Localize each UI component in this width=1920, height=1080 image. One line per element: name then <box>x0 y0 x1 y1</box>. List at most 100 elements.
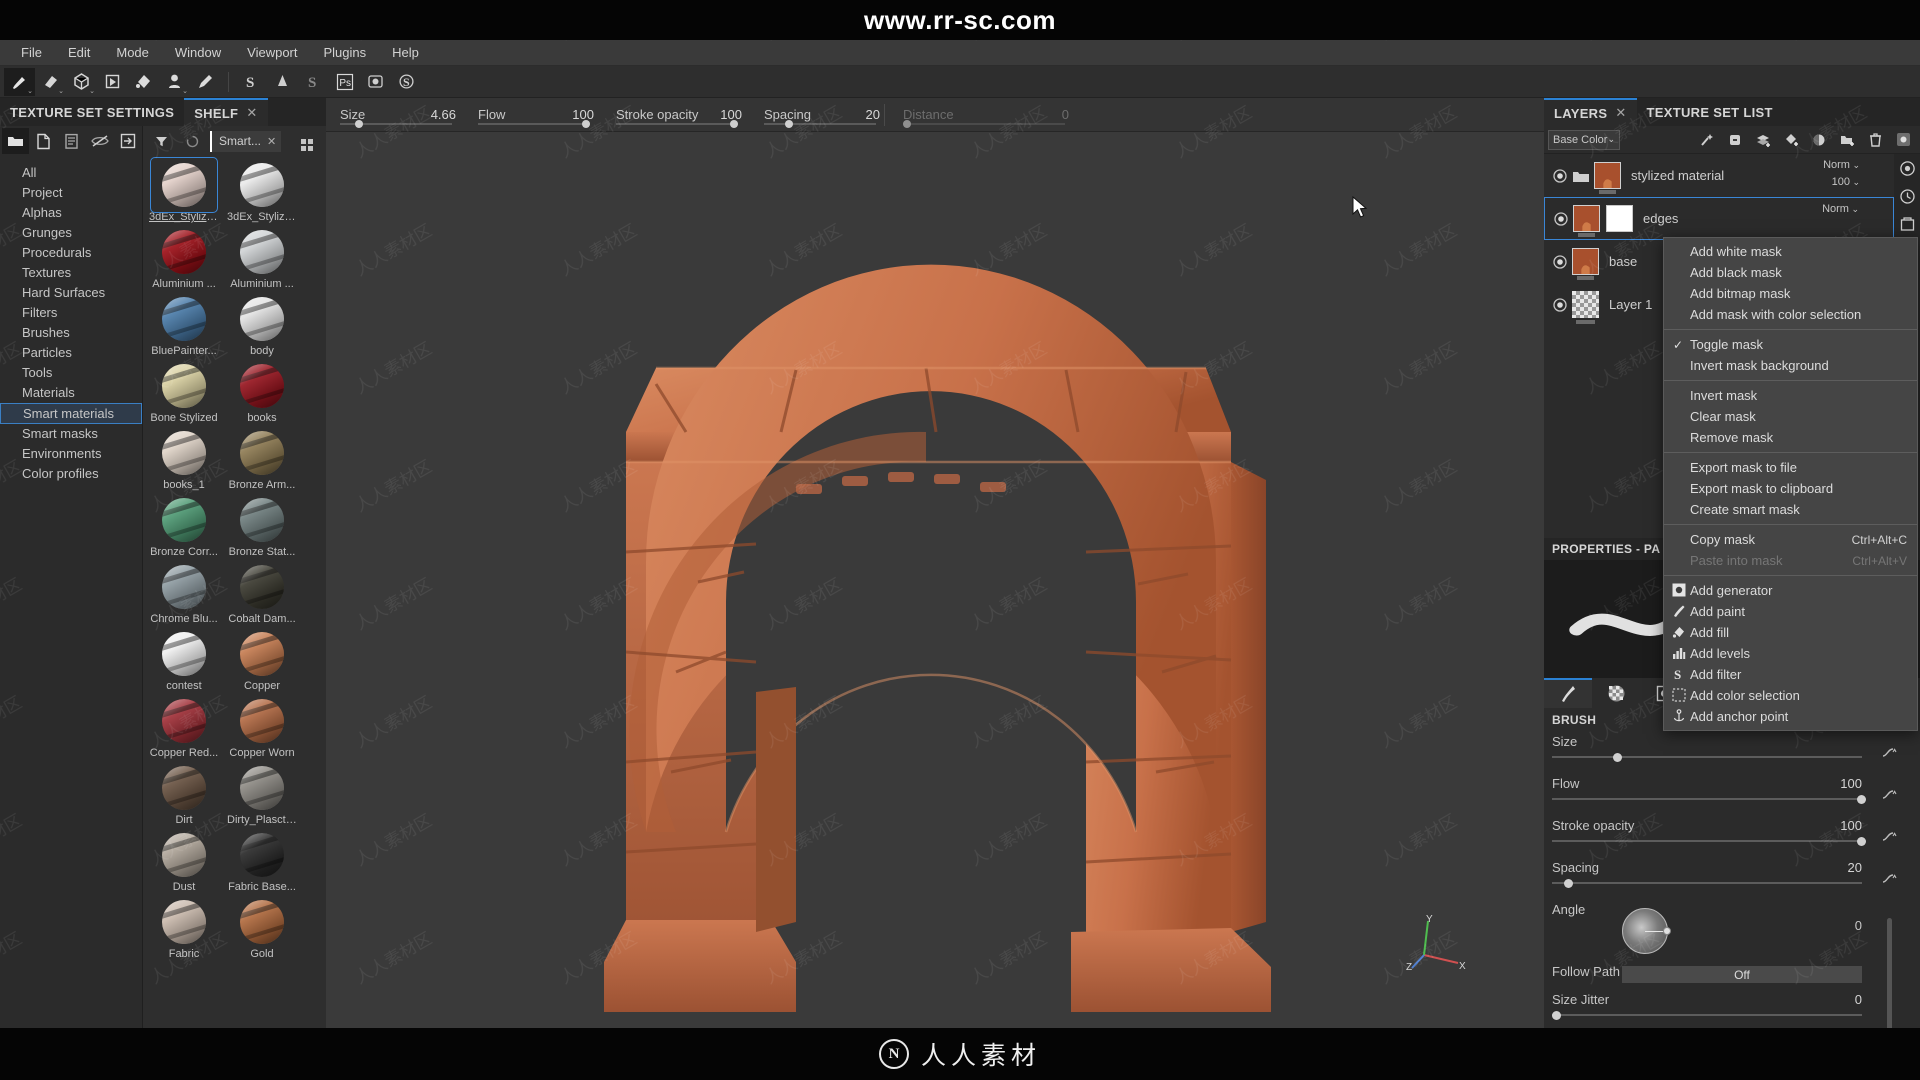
menu-item-edit[interactable]: Edit <box>55 40 103 66</box>
shelf-category-tools[interactable]: Tools <box>0 363 142 383</box>
shelf-item[interactable]: Fabric <box>149 897 219 960</box>
alpha-tab[interactable] <box>1592 678 1640 708</box>
shelf-item[interactable]: Copper Red... <box>149 696 219 759</box>
color-picker-tool[interactable] <box>190 68 221 96</box>
brush-param-value[interactable]: 100 <box>1840 818 1862 833</box>
param-knob-stroke_opacity[interactable] <box>730 119 738 128</box>
brush-param-value[interactable]: 20 <box>1848 860 1862 875</box>
param-distance[interactable]: Distance 0 <box>903 98 1073 132</box>
brush-param-value[interactable]: 0 <box>1855 992 1862 1007</box>
menu-item-add-paint[interactable]: Add paint <box>1664 601 1917 622</box>
shelf-item[interactable]: Chrome Blu... <box>149 562 219 625</box>
shelf-item[interactable]: Gold <box>227 897 297 960</box>
param-track-distance[interactable] <box>903 122 1065 125</box>
shelf-item[interactable]: Cobalt Dam... <box>227 562 297 625</box>
menu-item-invert-mask[interactable]: Invert mask <box>1664 385 1917 406</box>
iray-render[interactable] <box>360 68 391 96</box>
param-track-stroke_opacity[interactable] <box>616 122 738 125</box>
param-knob-spacing[interactable] <box>785 119 793 128</box>
brush-param-knob[interactable] <box>1564 879 1574 888</box>
tab-shelf[interactable]: SHELF ✕ <box>184 98 268 126</box>
shelf-item[interactable]: Aluminium ... <box>227 227 297 290</box>
menu-item-plugins[interactable]: Plugins <box>310 40 379 66</box>
visibility-toggle-icon[interactable] <box>1551 211 1571 226</box>
visibility-toggle-icon[interactable] <box>1550 254 1570 269</box>
menu-item-file[interactable]: File <box>8 40 55 66</box>
menu-item-add-bitmap-mask[interactable]: Add bitmap mask <box>1664 283 1917 304</box>
menu-item-add-mask-with-color-selection[interactable]: Add mask with color selection <box>1664 304 1917 325</box>
shelf-item[interactable]: Copper Worn <box>227 696 297 759</box>
brush-param-value[interactable]: 100 <box>1840 776 1862 791</box>
shelf-category-smart-materials[interactable]: Smart materials <box>0 403 142 424</box>
menu-item-viewport[interactable]: Viewport <box>234 40 310 66</box>
paint-brush-tool[interactable]: ⌄ <box>4 67 35 96</box>
menu-item-add-generator[interactable]: Add generator <box>1664 580 1917 601</box>
param-stroke_opacity[interactable]: Stroke opacity 100 <box>616 98 746 132</box>
brush-param-track[interactable] <box>1552 798 1862 800</box>
brush-param-dynamics-icon[interactable] <box>1882 788 1898 801</box>
preview-mask-icon[interactable] <box>1895 156 1919 180</box>
shelf-item[interactable]: Aluminium ... <box>149 227 219 290</box>
param-track-flow[interactable] <box>478 122 590 125</box>
shelf-item[interactable]: contest <box>149 629 219 692</box>
settings-icon[interactable] <box>1890 128 1916 152</box>
size-jitter-track[interactable] <box>1552 1014 1862 1016</box>
tab-texture-set-settings[interactable]: TEXTURE SET SETTINGS <box>0 98 184 126</box>
menu-item-add-fill[interactable]: Add fill <box>1664 622 1917 643</box>
size-jitter-knob[interactable] <box>1552 1011 1561 1020</box>
param-knob-flow[interactable] <box>582 119 590 128</box>
menu-item-create-smart-mask[interactable]: Create smart mask <box>1664 499 1917 520</box>
shelf-category-filters[interactable]: Filters <box>0 303 142 323</box>
projection-tool[interactable]: ⌄ <box>66 68 97 96</box>
menu-item-copy-mask[interactable]: Copy mask Ctrl+Alt+C <box>1664 529 1917 550</box>
shelf-category-procedurals[interactable]: Procedurals <box>0 243 142 263</box>
shelf-item[interactable]: books <box>227 361 297 424</box>
add-mask-icon[interactable] <box>1806 128 1832 152</box>
shelf-item[interactable]: Fabric Base... <box>227 830 297 893</box>
menu-item-toggle-mask[interactable]: ✓ Toggle mask <box>1664 334 1917 355</box>
param-knob-distance[interactable] <box>903 119 911 128</box>
brush-param-track[interactable] <box>1552 882 1862 884</box>
angle-dial-knob[interactable] <box>1663 927 1671 935</box>
photoshop-bridge[interactable]: Ps <box>329 68 360 96</box>
shelf-category-particles[interactable]: Particles <box>0 343 142 363</box>
shelf-item[interactable]: Dust <box>149 830 219 893</box>
shelf-item[interactable]: Dirty_Plascti... <box>227 763 297 826</box>
menu-item-add-filter[interactable]: S Add filter <box>1664 664 1917 685</box>
export-icon[interactable] <box>1895 212 1919 236</box>
shelf-item[interactable]: body <box>227 294 297 357</box>
hide-icon[interactable] <box>86 128 113 154</box>
add-folder-icon[interactable] <box>1834 128 1860 152</box>
shelf-item[interactable]: BluePainter... <box>149 294 219 357</box>
channel-dropdown[interactable]: Base Color ⌄ <box>1548 129 1620 150</box>
properties-scrollbar[interactable] <box>1887 918 1892 1038</box>
menu-item-clear-mask[interactable]: Clear mask <box>1664 406 1917 427</box>
shelf-item[interactable]: Copper <box>227 629 297 692</box>
refresh-icon[interactable] <box>179 128 206 154</box>
brush-param-knob[interactable] <box>1857 837 1866 846</box>
shelf-item[interactable]: Bronze Arm... <box>227 428 297 491</box>
shelf-item[interactable]: Bronze Corr... <box>149 495 219 558</box>
brush-param-value[interactable]: 0 <box>1855 918 1862 933</box>
eraser-tool[interactable]: ⌄ <box>35 68 66 96</box>
menu-item-help[interactable]: Help <box>379 40 432 66</box>
geometry-decal-tool[interactable] <box>97 68 128 96</box>
clone-tool[interactable]: ⌄ <box>159 68 190 96</box>
shelf-category-hard-surfaces[interactable]: Hard Surfaces <box>0 283 142 303</box>
add-layer-icon[interactable] <box>1750 128 1776 152</box>
menu-item-add-black-mask[interactable]: Add black mask <box>1664 262 1917 283</box>
brush-param-dynamics-icon[interactable] <box>1882 830 1898 843</box>
brush-param-knob[interactable] <box>1857 795 1866 804</box>
menu-item-remove-mask[interactable]: Remove mask <box>1664 427 1917 448</box>
tab-texture-set-list[interactable]: TEXTURE SET LIST <box>1637 98 1783 126</box>
layer-mask-thumbnail[interactable] <box>1606 205 1633 232</box>
shelf-item[interactable]: books_1 <box>149 428 219 491</box>
menu-item-add-color-selection[interactable]: Add color selection <box>1664 685 1917 706</box>
layer-blend-mode[interactable]: Norm ⌄ <box>1823 159 1860 171</box>
particle-brush-tool[interactable] <box>267 68 298 96</box>
import-icon[interactable] <box>114 128 141 154</box>
param-flow[interactable]: Flow 100 <box>478 98 598 132</box>
menu-item-invert-mask-background[interactable]: Invert mask background <box>1664 355 1917 376</box>
shelf-category-grunges[interactable]: Grunges <box>0 223 142 243</box>
smudge-tool[interactable]: S <box>236 68 267 96</box>
